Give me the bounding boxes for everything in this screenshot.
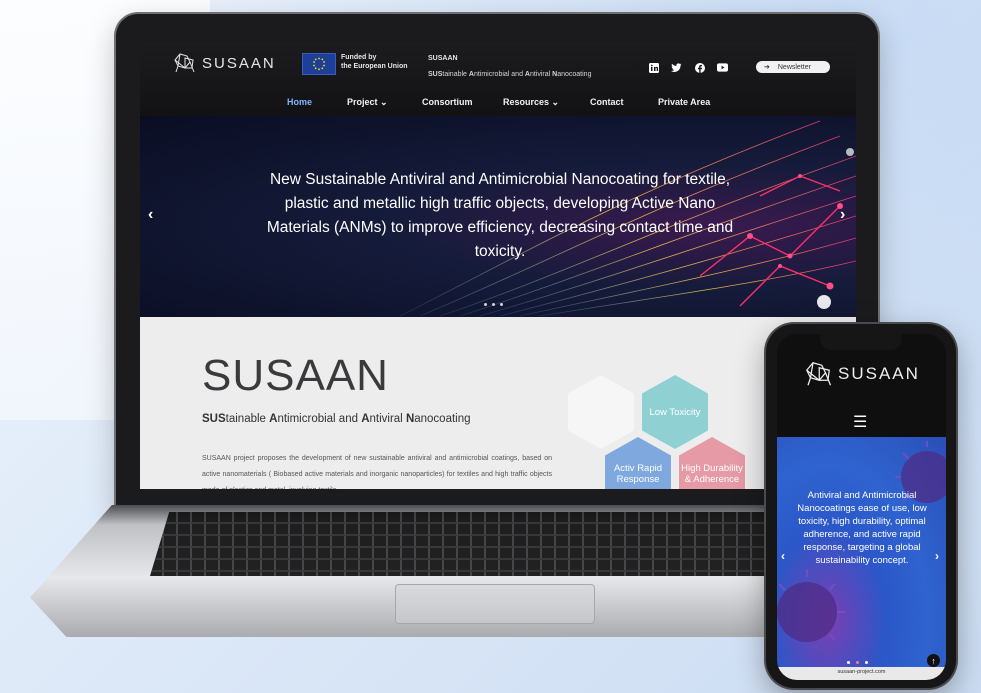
nav-item-home[interactable]: Home (287, 97, 312, 107)
nav-item-resources[interactable]: Resources ⌄ (503, 97, 559, 108)
phone-next-arrow-icon[interactable]: › (935, 549, 939, 563)
phone-hero: Antiviral and Antimicrobial Nanocoatings… (777, 437, 946, 667)
phone-logo-text: SUSAAN (838, 364, 920, 383)
phone-footer-url: susaan-project.com (777, 667, 946, 680)
pagination-dot[interactable] (500, 303, 503, 306)
hexagon-rapid-response: Activ Rapid Response (605, 437, 671, 489)
site-logo[interactable]: SUSAAN (172, 52, 276, 74)
social-links (648, 62, 728, 73)
laptop-trackpad (395, 584, 595, 624)
phone-logo[interactable]: SUSAAN (803, 360, 920, 388)
nav-item-consortium[interactable]: Consortium (422, 97, 473, 107)
youtube-icon[interactable] (717, 62, 728, 73)
pagination-dot[interactable] (856, 661, 859, 664)
pagination-dot[interactable] (847, 661, 850, 664)
phone-notch (820, 334, 902, 350)
molecule-logo-icon (806, 362, 832, 386)
eu-flag-icon (302, 53, 336, 75)
hero-pagination (484, 303, 503, 306)
intro-subtitle: SUStainable Antimicrobial and Antiviral … (202, 413, 471, 425)
scroll-top-icon[interactable]: ↑ (927, 654, 940, 667)
hero-prev-arrow-icon[interactable]: ‹ (148, 206, 153, 224)
pagination-dot[interactable] (492, 303, 495, 306)
site-logo-text: SUSAAN (202, 54, 276, 72)
twitter-icon[interactable] (671, 62, 682, 73)
phone-prev-arrow-icon[interactable]: ‹ (781, 549, 785, 563)
project-short-name: SUSAAN (428, 55, 458, 62)
project-full-name: SUStainable Antimicrobial and Antiviral … (428, 71, 592, 78)
intro-title: SUSAAN (202, 351, 389, 400)
laptop-keyboard-rows (150, 512, 790, 576)
nav-item-project[interactable]: Project ⌄ (347, 97, 388, 108)
arrow-right-icon: ➔ (764, 64, 770, 71)
hero-slider: New Sustainable Antiviral and Antimicrob… (140, 116, 856, 317)
hexagon-durability: High Durability & Adherence (679, 437, 745, 489)
intro-body: SUSAAN project proposes the development … (202, 455, 552, 489)
hexagon-low-toxicity: Low Toxicity (642, 375, 708, 449)
site-header: SUSAAN Funded by the European Union SUSA… (140, 42, 856, 116)
newsletter-button[interactable]: ➔ Newsletter (756, 61, 830, 73)
facebook-icon[interactable] (694, 62, 705, 73)
nav-item-contact[interactable]: Contact (590, 97, 624, 107)
linkedin-icon[interactable] (648, 62, 659, 73)
main-nav: Home Project ⌄ Consortium Resources ⌄ Co… (140, 97, 856, 111)
hamburger-menu-icon[interactable]: ☰ (853, 412, 867, 432)
phone-screen: SUSAAN ☰ Antiviral and Antimicrobial Nan… (777, 334, 946, 680)
nav-item-private-area[interactable]: Private Area (658, 97, 710, 107)
phone-hero-text: Antiviral and Antimicrobial Nanocoatings… (797, 490, 927, 566)
pagination-dot[interactable] (865, 661, 868, 664)
laptop-screen: SUSAAN Funded by the European Union SUSA… (140, 42, 856, 489)
molecule-logo-icon (174, 53, 195, 73)
hexagon-blank (568, 375, 634, 449)
hero-next-arrow-icon[interactable]: › (840, 206, 845, 224)
hero-text: New Sustainable Antiviral and Antimicrob… (266, 171, 734, 260)
intro-section: SUSAAN SUStainable Antimicrobial and Ant… (140, 317, 856, 489)
eu-funding-text: Funded by the European Union (341, 54, 408, 70)
pagination-dot[interactable] (484, 303, 487, 306)
phone-pagination (847, 661, 868, 664)
